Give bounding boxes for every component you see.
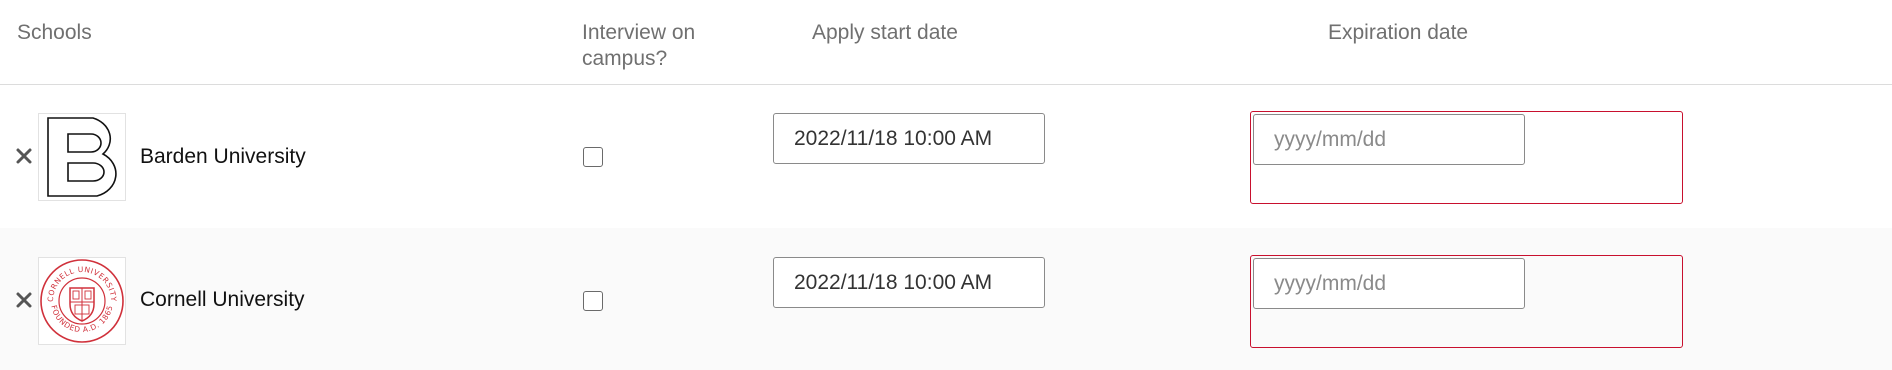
interview-on-campus-checkbox[interactable]: [583, 291, 603, 311]
header-schools: Schools: [17, 21, 92, 44]
expiration-date-error-box: yyyy/mm/dd: [1250, 111, 1683, 204]
school-logo: [38, 113, 126, 201]
interview-on-campus-checkbox[interactable]: [583, 147, 603, 167]
schools-table: Schools Interview on campus? Apply start…: [0, 0, 1892, 370]
school-name: Barden University: [140, 145, 306, 168]
expiration-date-error-box: yyyy/mm/dd: [1250, 255, 1683, 348]
table-row: Barden University 2022/11/18 10:00 AM yy…: [0, 85, 1892, 228]
school-name: Cornell University: [140, 288, 305, 311]
close-icon: [16, 292, 32, 308]
cornell-seal-logo-icon: CORNELL UNIVERSITY FOUNDED A.D. 1865: [40, 259, 124, 343]
header-apply-start-date: Apply start date: [812, 21, 958, 44]
header-interview-on-campus: Interview on campus?: [582, 21, 696, 70]
remove-school-button[interactable]: [13, 145, 35, 167]
barden-b-logo-icon: [47, 117, 117, 197]
school-logo: CORNELL UNIVERSITY FOUNDED A.D. 1865: [38, 257, 126, 345]
header-expiration-date: Expiration date: [1328, 21, 1469, 44]
apply-start-date-field[interactable]: 2022/11/18 10:00 AM: [773, 113, 1045, 164]
table-row: CORNELL UNIVERSITY FOUNDED A.D. 1865 Cor…: [0, 228, 1892, 370]
table-header: Schools Interview on campus? Apply start…: [0, 0, 1892, 85]
expiration-date-input[interactable]: yyyy/mm/dd: [1253, 114, 1525, 165]
expiration-date-input[interactable]: yyyy/mm/dd: [1253, 258, 1525, 309]
apply-start-date-field[interactable]: 2022/11/18 10:00 AM: [773, 257, 1045, 308]
close-icon: [16, 148, 32, 164]
remove-school-button[interactable]: [13, 289, 35, 311]
